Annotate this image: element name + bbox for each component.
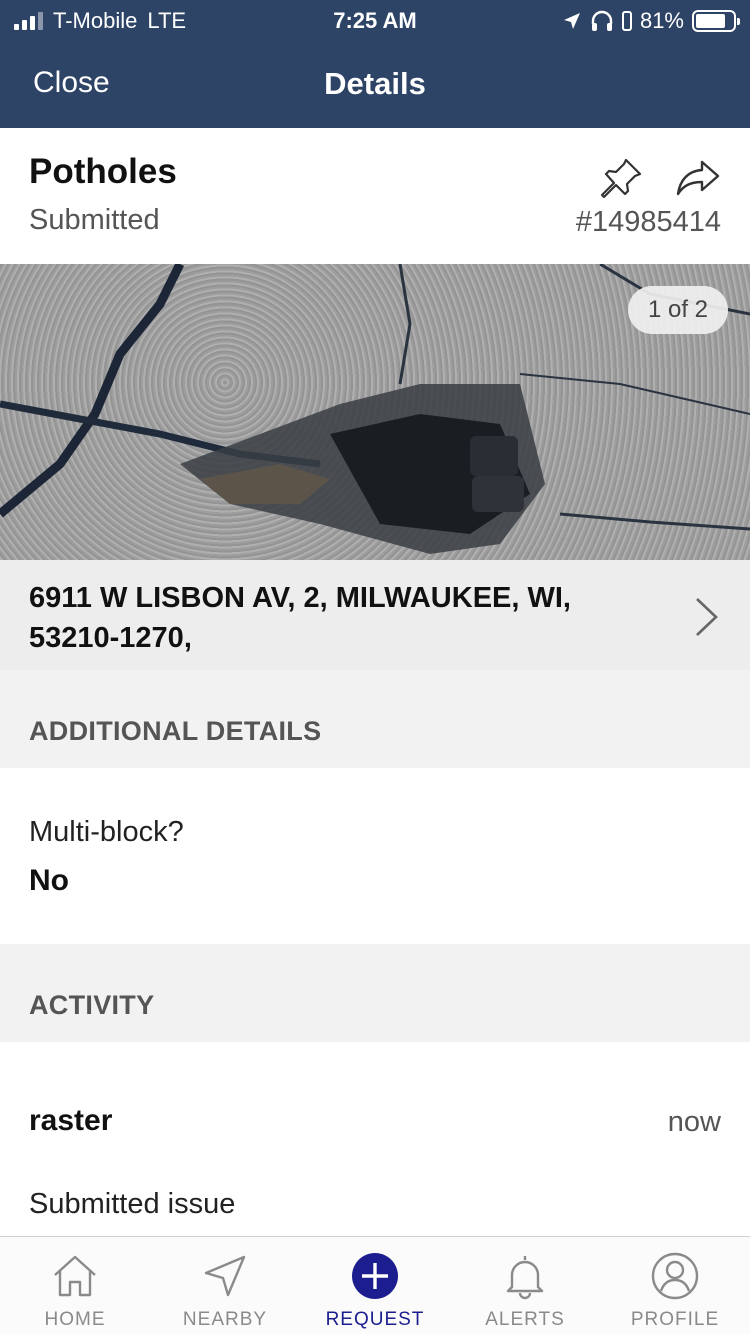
photo-counter: 1 of 2 [628,286,728,334]
activity-time: now [667,1106,721,1138]
tab-label: NEARBY [182,1309,268,1330]
tab-profile[interactable]: PROFILE [600,1237,750,1334]
chevron-right-icon [696,598,718,636]
tab-label: PROFILE [630,1309,720,1330]
status-bar: T-Mobile LTE 7:25 AM 81% [0,0,750,42]
page-title: Details [324,66,426,101]
request-status: Submitted [29,204,160,236]
tab-bar: HOME NEARBY REQUEST ALERTS PROFILE [0,1236,750,1334]
nav-bar: Close Details [0,52,750,116]
address-row[interactable]: 6911 W LISBON AV, 2, MILWAUKEE, WI, 5321… [0,560,750,670]
tab-label: REQUEST [325,1309,425,1330]
activity-description: Submitted issue [29,1188,236,1220]
close-button[interactable]: Close [33,66,110,100]
section-title: ACTIVITY [29,990,155,1020]
user-circle-icon [651,1252,699,1300]
pushpin-icon[interactable] [598,156,644,200]
tab-request[interactable]: REQUEST [300,1237,450,1334]
tab-home[interactable]: HOME [0,1237,150,1334]
detail-question: Multi-block? [29,816,184,848]
activity-header: ACTIVITY [0,944,750,1042]
location-arrow-icon [563,13,580,29]
orientation-lock-icon [621,11,632,31]
tab-label: HOME [44,1309,106,1330]
request-id: #14985414 [575,206,721,238]
bell-icon [506,1256,544,1300]
section-title: ADDITIONAL DETAILS [29,716,322,746]
navigation-arrow-icon [204,1255,246,1297]
activity-user: raster [29,1104,113,1137]
request-category: Potholes [29,152,177,191]
detail-item: Multi-block? No [0,768,750,944]
headphones-icon [591,10,613,31]
activity-item: raster now Submitted issue [0,1042,750,1236]
top-bar: T-Mobile LTE 7:25 AM 81% Close Details [0,0,750,128]
issue-photo[interactable]: 1 of 2 [0,264,750,560]
battery-icon [692,10,740,32]
detail-answer: No [29,864,69,897]
home-icon [54,1255,96,1297]
share-arrow-icon[interactable] [674,158,722,198]
plus-circle-icon [352,1253,398,1299]
tab-nearby[interactable]: NEARBY [150,1237,300,1334]
address-text: 6911 W LISBON AV, 2, MILWAUKEE, WI, 5321… [29,582,571,654]
tab-alerts[interactable]: ALERTS [450,1237,600,1334]
request-header: Potholes Submitted #14985414 [0,128,750,264]
additional-details-header: ADDITIONAL DETAILS [0,670,750,768]
status-right: 81% [562,8,740,34]
tab-label: ALERTS [485,1309,565,1330]
battery-percent: 81% [639,8,684,33]
